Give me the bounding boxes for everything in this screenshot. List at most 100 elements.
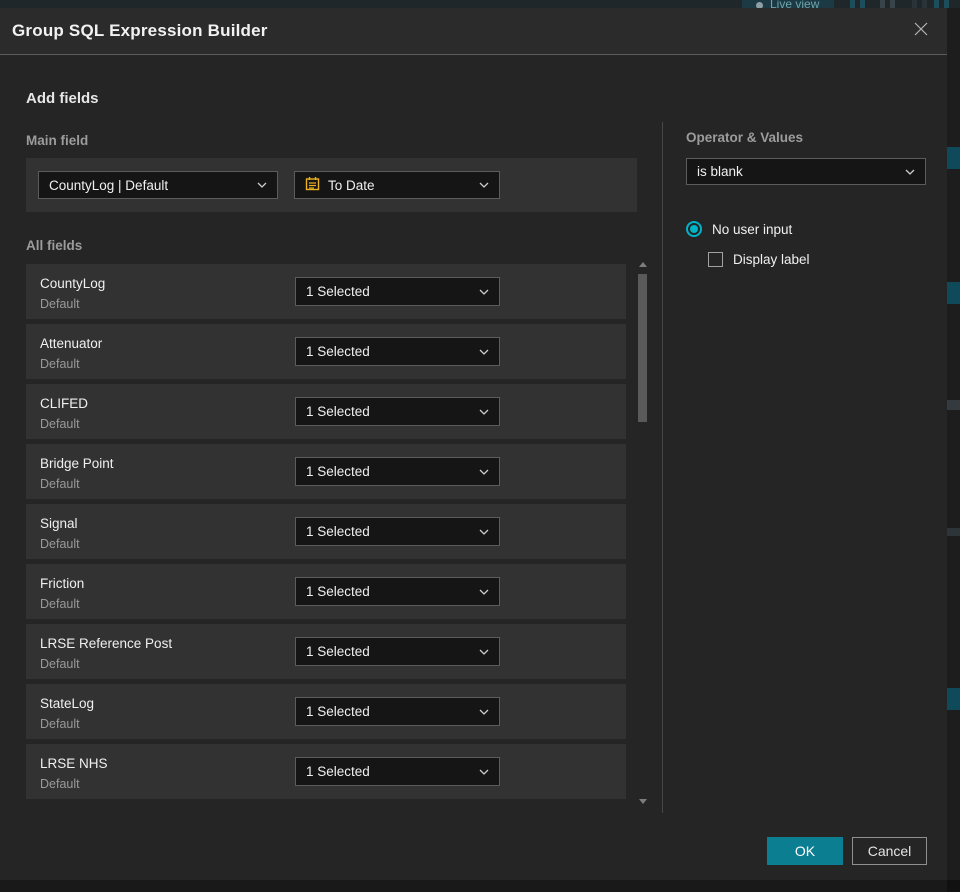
chevron-down-icon (479, 709, 489, 715)
field-selected-value: 1 Selected (306, 584, 370, 599)
background-icon-fragment (860, 0, 865, 8)
field-name: LRSE Reference Post (40, 636, 173, 651)
live-view-label: Live view (770, 0, 820, 8)
field-selected-value: 1 Selected (306, 704, 370, 719)
no-user-input-label: No user input (712, 221, 793, 237)
all-fields-list: CountyLog Default 1 Selected Attenuator … (26, 264, 626, 804)
display-label-text: Display label (733, 252, 810, 267)
field-selected-dropdown[interactable]: 1 Selected (295, 697, 500, 726)
chevron-down-icon (479, 529, 489, 535)
field-row: Friction Default 1 Selected (26, 564, 626, 619)
background-toolbar: Live view (0, 0, 960, 8)
main-field-type-value: To Date (328, 177, 375, 193)
column-divider (662, 122, 663, 813)
field-subtitle: Default (40, 357, 80, 371)
ok-button[interactable]: OK (767, 837, 843, 865)
main-field-panel: CountyLog | Default To Date (26, 158, 637, 212)
scrollbar-thumb[interactable] (638, 274, 647, 422)
field-selected-dropdown[interactable]: 1 Selected (295, 457, 500, 486)
background-icon-fragment (934, 0, 939, 8)
chevron-down-icon (479, 349, 489, 355)
field-selected-value: 1 Selected (306, 464, 370, 479)
operator-select[interactable]: is blank (686, 158, 926, 185)
display-label-checkbox-row[interactable]: Display label (708, 252, 810, 267)
background-corner (947, 880, 960, 892)
close-icon (913, 21, 929, 42)
chevron-down-icon (479, 409, 489, 415)
field-row: Bridge Point Default 1 Selected (26, 444, 626, 499)
main-field-select-value: CountyLog | Default (49, 177, 169, 193)
background-panel-sliver (947, 8, 960, 892)
field-selected-dropdown[interactable]: 1 Selected (295, 757, 500, 786)
operator-values-label: Operator & Values (686, 130, 804, 145)
field-subtitle: Default (40, 657, 80, 671)
field-row: CLIFED Default 1 Selected (26, 384, 626, 439)
main-field-label: Main field (26, 133, 89, 148)
field-selected-dropdown[interactable]: 1 Selected (295, 397, 500, 426)
field-name: Friction (40, 576, 85, 591)
background-fragment (947, 147, 960, 169)
field-selected-value: 1 Selected (306, 524, 370, 539)
field-selected-dropdown[interactable]: 1 Selected (295, 577, 500, 606)
background-below-dialog (0, 880, 947, 892)
background-fragment (947, 528, 960, 536)
field-row: CountyLog Default 1 Selected (26, 264, 626, 319)
calendar-icon (305, 176, 320, 194)
field-row: StateLog Default 1 Selected (26, 684, 626, 739)
chevron-down-icon (479, 469, 489, 475)
field-row: Signal Default 1 Selected (26, 504, 626, 559)
field-name: LRSE NHS (40, 756, 108, 771)
background-icon-fragment (944, 0, 949, 8)
field-name: Signal (40, 516, 78, 531)
background-fragment (947, 688, 960, 710)
field-subtitle: Default (40, 717, 80, 731)
cancel-button[interactable]: Cancel (852, 837, 927, 865)
field-selected-dropdown[interactable]: 1 Selected (295, 517, 500, 546)
field-selected-dropdown[interactable]: 1 Selected (295, 637, 500, 666)
field-subtitle: Default (40, 777, 80, 791)
dialog-title: Group SQL Expression Builder (12, 21, 268, 40)
field-name: CLIFED (40, 396, 89, 411)
scroll-up-icon[interactable] (639, 262, 647, 267)
field-row: Attenuator Default 1 Selected (26, 324, 626, 379)
field-name: StateLog (40, 696, 95, 711)
chevron-down-icon (479, 182, 489, 188)
no-user-input-radio[interactable]: No user input (686, 221, 792, 237)
background-fragment (947, 400, 960, 410)
main-field-select[interactable]: CountyLog | Default (38, 171, 278, 199)
radio-selected-icon (686, 221, 702, 237)
close-button[interactable] (909, 19, 933, 43)
field-row: LRSE Reference Post Default 1 Selected (26, 624, 626, 679)
chevron-down-icon (479, 769, 489, 775)
chevron-down-icon (257, 182, 267, 188)
dialog-titlebar: Group SQL Expression Builder (0, 8, 947, 55)
background-icon-fragment (890, 0, 895, 8)
background-icon-fragment (922, 0, 927, 8)
field-name: Bridge Point (40, 456, 114, 471)
background-icon-fragment (912, 0, 917, 8)
field-subtitle: Default (40, 477, 80, 491)
background-fragment (947, 282, 960, 304)
scroll-down-icon[interactable] (639, 799, 647, 804)
main-field-type-select[interactable]: To Date (294, 171, 500, 199)
chevron-down-icon (905, 169, 915, 175)
field-name: CountyLog (40, 276, 106, 291)
field-subtitle: Default (40, 597, 80, 611)
checkbox-unchecked-icon[interactable] (708, 252, 723, 267)
list-scrollbar[interactable] (638, 260, 647, 806)
field-selected-value: 1 Selected (306, 284, 370, 299)
live-view-chip: Live view (742, 0, 834, 8)
field-subtitle: Default (40, 537, 80, 551)
field-selected-dropdown[interactable]: 1 Selected (295, 277, 500, 306)
chevron-down-icon (479, 589, 489, 595)
field-row: LRSE NHS Default 1 Selected (26, 744, 626, 799)
operator-value: is blank (697, 164, 743, 179)
field-subtitle: Default (40, 417, 80, 431)
background-icon-fragment (880, 0, 885, 8)
field-selected-value: 1 Selected (306, 344, 370, 359)
field-subtitle: Default (40, 297, 80, 311)
chevron-down-icon (479, 289, 489, 295)
field-selected-value: 1 Selected (306, 764, 370, 779)
chevron-down-icon (479, 649, 489, 655)
field-selected-dropdown[interactable]: 1 Selected (295, 337, 500, 366)
